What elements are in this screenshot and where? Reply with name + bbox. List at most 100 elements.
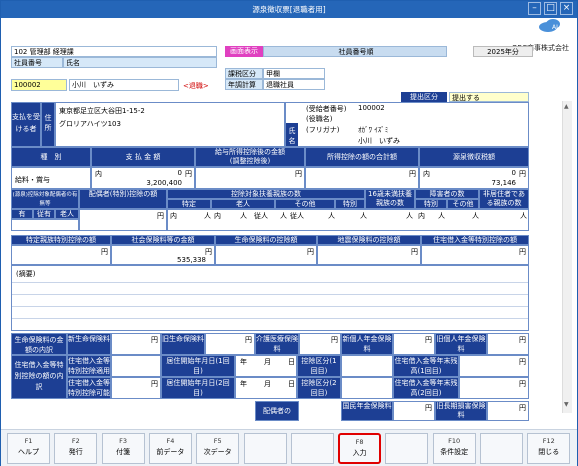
employee-name-value: 小川 いずみ bbox=[69, 79, 179, 91]
scroll-down-icon[interactable]: ▼ bbox=[564, 401, 571, 409]
dep-inner-1: 内 bbox=[170, 212, 177, 220]
s2-day: 日 bbox=[288, 380, 295, 388]
dependent-count-header: 控除対象扶養親族の数 bbox=[167, 189, 365, 199]
year-selector[interactable]: 2025年分 bbox=[473, 46, 533, 57]
fkey-label: 閉じる bbox=[538, 448, 560, 456]
old-longterm-label: 旧長期損害保険料 bbox=[435, 401, 487, 421]
fkey-number: F12 bbox=[542, 437, 555, 445]
after-deduction-title: 給与所得控除後の金額 bbox=[215, 148, 285, 156]
fkey-f5-button[interactable]: F5 次データ bbox=[196, 433, 240, 464]
employee-no-input[interactable]: 100002 bbox=[11, 79, 67, 91]
nonresident-header: 非居住者である親族の数 bbox=[479, 189, 529, 209]
after-yen: 円 bbox=[295, 170, 302, 178]
scroll-up-icon[interactable]: ▲ bbox=[564, 103, 571, 111]
housing-possible-label: 住宅借入金等特別控除可能額 bbox=[67, 377, 111, 399]
fkey-f8-button[interactable]: F8 入力 bbox=[338, 433, 382, 464]
life-insurance-cell: 円 bbox=[215, 245, 317, 265]
fkey-f12-button[interactable]: F12 閉じる bbox=[527, 433, 571, 464]
fkey-number: F4 bbox=[166, 437, 175, 445]
special-disabled-header: 特別 bbox=[335, 199, 365, 209]
dependent-values: 内 人 内 人 従人 人 従人 人 人 人 内 人 人 人 bbox=[167, 209, 529, 231]
li-yen: 円 bbox=[307, 248, 314, 256]
kind1-label: 控除区分(1回目) bbox=[297, 355, 341, 377]
submit-value[interactable]: 提出する bbox=[449, 92, 529, 102]
fkey-f4-button[interactable]: F4 前データ bbox=[148, 433, 192, 464]
kind2-cell bbox=[341, 377, 393, 399]
care-cell: 円 bbox=[299, 333, 341, 355]
balance2-label: 住宅借入金等年末残高(2回目) bbox=[393, 377, 459, 399]
function-key-bar: F1 ヘルプ F2 発行 F3 付箋 F4 前データ F5 次データ F8 入力 F10 条件設定 F12 閉… bbox=[1, 429, 577, 466]
vertical-scrollbar[interactable]: ▲ ▼ bbox=[562, 101, 572, 413]
housing-breakdown-label: 住宅借入金等特別控除の額の内訳 bbox=[11, 355, 67, 399]
type-value: 給料・賞与 bbox=[11, 167, 91, 189]
start1-cell: 年 月 日 bbox=[235, 355, 297, 377]
spouse-junyu-header: 従有 bbox=[33, 209, 55, 219]
fkey-f2-button[interactable]: F2 発行 bbox=[54, 433, 98, 464]
submit-label: 提出区分 bbox=[401, 92, 447, 102]
balance1-cell: 円 bbox=[459, 355, 529, 377]
retired-status: <退職> bbox=[183, 82, 209, 90]
s1-day: 日 bbox=[288, 358, 295, 366]
s1-year: 年 bbox=[240, 358, 247, 366]
fkey-f10-button[interactable]: F10 条件設定 bbox=[432, 433, 476, 464]
fkey-number: F1 bbox=[24, 437, 33, 445]
withholding-header: 源泉徴収税額 bbox=[419, 147, 529, 167]
close-icon[interactable]: × bbox=[560, 2, 573, 15]
sr-yen: 円 bbox=[101, 248, 108, 256]
after-deduction-sub: (調整控除後) bbox=[229, 157, 271, 165]
housing-cell: 円 bbox=[421, 245, 529, 265]
under16-header: 16歳未満扶養親族の数 bbox=[365, 189, 415, 209]
name-value: 小川 いずみ bbox=[358, 137, 400, 145]
social-insurance-cell: 円 535,338 bbox=[111, 245, 215, 265]
dep-from-2: 従人 bbox=[290, 212, 304, 220]
pay-inner-value: 0 bbox=[177, 169, 182, 177]
care-label: 介護医療保険料 bbox=[255, 333, 299, 355]
fkey-label: ヘルプ bbox=[18, 448, 39, 456]
fkey-label: 前データ bbox=[156, 448, 185, 456]
fkey-empty-button bbox=[385, 433, 429, 464]
dep-person-8: 人 bbox=[472, 212, 479, 220]
disabled-header: 障害者の数 bbox=[415, 189, 479, 199]
quake-insurance-header: 地震保険料の控除額 bbox=[317, 235, 421, 245]
b2-yen: 円 bbox=[519, 380, 526, 388]
sort-order-dropdown[interactable]: 社員番号順 bbox=[263, 46, 447, 57]
dep-from-1: 従人 bbox=[254, 212, 268, 220]
deduction-total-cell: 円 bbox=[305, 167, 419, 189]
svg-text:AI: AI bbox=[552, 24, 558, 31]
new-pension-cell: 円 bbox=[393, 333, 435, 355]
fkey-number: F10 bbox=[448, 437, 461, 445]
disabled-special-header: 特別 bbox=[415, 199, 447, 209]
kind2-label: 控除区分(2回目) bbox=[297, 377, 341, 399]
cloud-ai-icon: AI bbox=[539, 19, 560, 32]
tax-class-label: 課税区分 bbox=[225, 68, 263, 79]
payee-label: 支払を受ける者 bbox=[11, 102, 41, 147]
memo-area[interactable]: (摘要) bbox=[11, 265, 529, 331]
title-bar: 源泉徴収票[退職者用] – □ × bbox=[1, 1, 577, 18]
employee-no-label: 社員番号 bbox=[11, 57, 63, 68]
maximize-icon[interactable]: □ bbox=[544, 2, 557, 15]
fkey-empty-button bbox=[243, 433, 287, 464]
start2-label: 居住開始年月日(2回目) bbox=[161, 377, 235, 399]
fkey-label: 付箋 bbox=[116, 448, 131, 456]
memo-line bbox=[12, 306, 528, 307]
nl-yen: 円 bbox=[151, 336, 158, 344]
elder-header: 老人 bbox=[211, 199, 275, 209]
pay-value: 3,200,400 bbox=[146, 179, 182, 187]
life-breakdown-label: 生命保険料の金額の内訳 bbox=[11, 333, 67, 355]
dep-person-2: 人 bbox=[240, 212, 247, 220]
memo-line bbox=[12, 282, 528, 283]
minimize-icon[interactable]: – bbox=[528, 2, 541, 15]
fkey-f1-button[interactable]: F1 ヘルプ bbox=[7, 433, 50, 464]
address-line2: グロリアハイツ103 bbox=[59, 120, 121, 128]
dep-inner-3: 内 bbox=[418, 212, 425, 220]
dep-person-1: 人 bbox=[204, 212, 211, 220]
employee-name-label: 氏名 bbox=[63, 57, 217, 68]
ol-yen: 円 bbox=[245, 336, 252, 344]
tax-inner-label: 内 bbox=[423, 170, 430, 178]
deduct-yen: 円 bbox=[409, 170, 416, 178]
old-pension-cell: 円 bbox=[487, 333, 529, 355]
spouse-section-label: 配偶者の bbox=[255, 401, 299, 421]
fkey-empty-button bbox=[480, 433, 523, 464]
fkey-f3-button[interactable]: F3 付箋 bbox=[101, 433, 145, 464]
recipient-no: 100002 bbox=[358, 104, 385, 112]
